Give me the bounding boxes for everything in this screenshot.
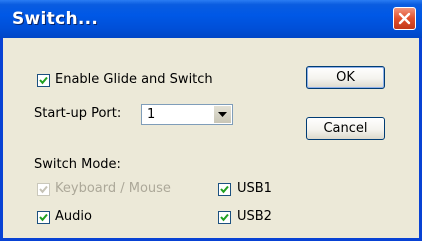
- startup-port-dropdown-button[interactable]: [214, 106, 231, 123]
- usb2-checkbox[interactable]: [218, 211, 231, 224]
- audio-label: Audio: [55, 209, 92, 224]
- check-icon: [39, 213, 48, 222]
- enable-glide-label: Enable Glide and Switch: [55, 72, 213, 87]
- check-icon: [220, 185, 229, 194]
- startup-port-value: 1: [147, 107, 156, 122]
- window-title: Switch...: [12, 9, 99, 29]
- chevron-down-icon: [218, 112, 227, 117]
- keyboard-mouse-checkbox: [37, 183, 50, 196]
- switch-dialog: Switch... Enable Glide and Switch Start-…: [0, 0, 422, 241]
- usb2-label: USB2: [237, 209, 272, 224]
- title-bar[interactable]: Switch...: [0, 0, 422, 38]
- usb1-label: USB1: [237, 181, 272, 196]
- keyboard-mouse-label: Keyboard / Mouse: [55, 181, 171, 196]
- close-icon: [398, 12, 411, 25]
- cancel-button[interactable]: Cancel: [306, 117, 385, 140]
- startup-port-select[interactable]: 1: [141, 104, 233, 125]
- ok-button[interactable]: OK: [306, 66, 385, 89]
- check-icon: [39, 76, 48, 85]
- usb1-checkbox[interactable]: [218, 183, 231, 196]
- check-icon: [39, 185, 48, 194]
- audio-checkbox[interactable]: [37, 211, 50, 224]
- enable-glide-checkbox[interactable]: [37, 74, 50, 87]
- close-button[interactable]: [393, 7, 416, 30]
- check-icon: [220, 213, 229, 222]
- switch-mode-label: Switch Mode:: [34, 157, 121, 172]
- startup-port-label: Start-up Port:: [34, 106, 122, 121]
